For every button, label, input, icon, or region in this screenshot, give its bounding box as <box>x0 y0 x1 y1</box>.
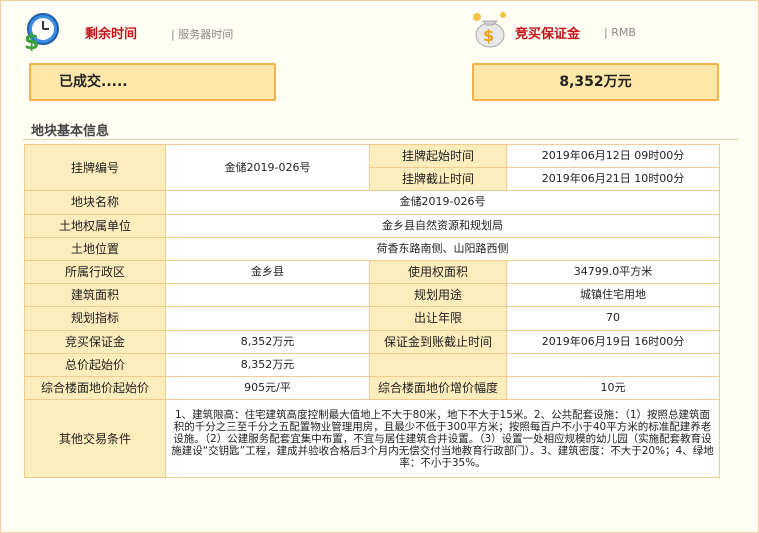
location-label: 土地位置 <box>24 236 166 261</box>
header: $ 剩余时间 | 服务器时间 $ 竞买保证金 | RMB 已成交..... 8,… <box>1 1 758 111</box>
empty-value-cell <box>506 352 720 377</box>
conditions-label: 其他交易条件 <box>24 399 166 479</box>
owner-label: 土地权属单位 <box>24 213 166 238</box>
location-value: 荷香东路南侧、山阳路西侧 <box>165 236 720 261</box>
remaining-time-label: 剩余时间 <box>85 27 138 42</box>
use-area-value: 34799.0平方米 <box>506 259 720 285</box>
floor-price-value: 905元/平 <box>165 375 370 401</box>
deposit-row-label: 竞买保证金 <box>24 329 166 354</box>
server-time-label: | 服务器时间 <box>171 28 234 41</box>
parcel-name-label: 地块名称 <box>24 190 166 215</box>
money-bag-icon: $ <box>473 12 506 48</box>
district-value: 金乡县 <box>165 259 370 285</box>
term-label: 出让年限 <box>369 306 507 331</box>
table-row: 规划指标 出让年限 70 <box>24 306 720 331</box>
purpose-label: 规划用途 <box>369 283 507 308</box>
listing-no-label: 挂牌编号 <box>24 143 166 192</box>
svg-text:$: $ <box>24 30 39 51</box>
end-time-label: 挂牌截止时间 <box>369 167 507 192</box>
district-label: 所属行政区 <box>24 259 166 285</box>
deposit-unit: | RMB <box>604 26 636 39</box>
table-row: 其他交易条件 1、建筑限高：住宅建筑高度控制最大值地上不大于80米，地下不大于1… <box>24 399 720 479</box>
table-row: 竞买保证金 8,352万元 保证金到账截止时间 2019年06月19日 16时0… <box>24 329 720 354</box>
table-row: 土地位置 荷香东路南侧、山阳路西侧 <box>24 236 720 261</box>
start-time-value: 2019年06月12日 09时00分 <box>506 143 720 169</box>
start-price-label: 总价起始价 <box>24 352 166 377</box>
table-row: 所属行政区 金乡县 使用权面积 34799.0平方米 <box>24 259 720 285</box>
deposit-value: 8,352万元 <box>559 74 632 90</box>
increment-value: 10元 <box>506 375 720 401</box>
table-row: 总价起始价 8,352万元 <box>24 352 720 377</box>
start-price-value: 8,352万元 <box>165 352 370 377</box>
term-value: 70 <box>506 306 720 331</box>
section-divider <box>23 139 739 140</box>
building-area-value <box>165 283 370 308</box>
increment-label: 综合楼面地价增价幅度 <box>369 375 507 401</box>
listing-no-value: 金储2019-026号 <box>165 143 370 192</box>
section-title: 地块基本信息 <box>31 124 110 139</box>
deposit-label: 竞买保证金 <box>515 27 581 42</box>
building-area-label: 建筑面积 <box>24 283 166 308</box>
svg-text:$: $ <box>483 26 494 45</box>
clock-dollar-icon: $ <box>24 13 59 51</box>
conditions-value: 1、建筑限高：住宅建筑高度控制最大值地上不大于80米，地下不大于15米。2、公共… <box>165 399 720 479</box>
owner-value: 金乡县自然资源和规划局 <box>165 213 720 238</box>
deposit-deadline-label: 保证金到账截止时间 <box>369 329 507 354</box>
table-row: 挂牌编号 金储2019-026号 挂牌起始时间 2019年06月12日 09时0… <box>24 143 720 192</box>
purpose-value: 城镇住宅用地 <box>506 283 720 308</box>
floor-price-label: 综合楼面地价起始价 <box>24 375 166 401</box>
parcel-info-table: 挂牌编号 金储2019-026号 挂牌起始时间 2019年06月12日 09时0… <box>24 143 720 479</box>
table-row: 土地权属单位 金乡县自然资源和规划局 <box>24 213 720 238</box>
table-row: 综合楼面地价起始价 905元/平 综合楼面地价增价幅度 10元 <box>24 375 720 401</box>
status-text: 已成交..... <box>59 74 128 90</box>
deposit-box: 8,352万元 <box>472 63 719 101</box>
status-box: 已成交..... <box>29 63 276 101</box>
deposit-deadline-value: 2019年06月19日 16时00分 <box>506 329 720 354</box>
end-time-value: 2019年06月21日 10时00分 <box>506 167 720 192</box>
plan-index-value <box>165 306 370 331</box>
use-area-label: 使用权面积 <box>369 259 507 285</box>
auction-panel: $ 剩余时间 | 服务器时间 $ 竞买保证金 | RMB 已成交..... 8,… <box>0 0 759 533</box>
table-row: 地块名称 金储2019-026号 <box>24 190 720 215</box>
parcel-name-value: 金储2019-026号 <box>165 190 720 215</box>
deposit-row-value: 8,352万元 <box>165 329 370 354</box>
table-row: 建筑面积 规划用途 城镇住宅用地 <box>24 283 720 308</box>
start-time-label: 挂牌起始时间 <box>369 143 507 169</box>
plan-index-label: 规划指标 <box>24 306 166 331</box>
empty-label-cell <box>369 352 507 377</box>
